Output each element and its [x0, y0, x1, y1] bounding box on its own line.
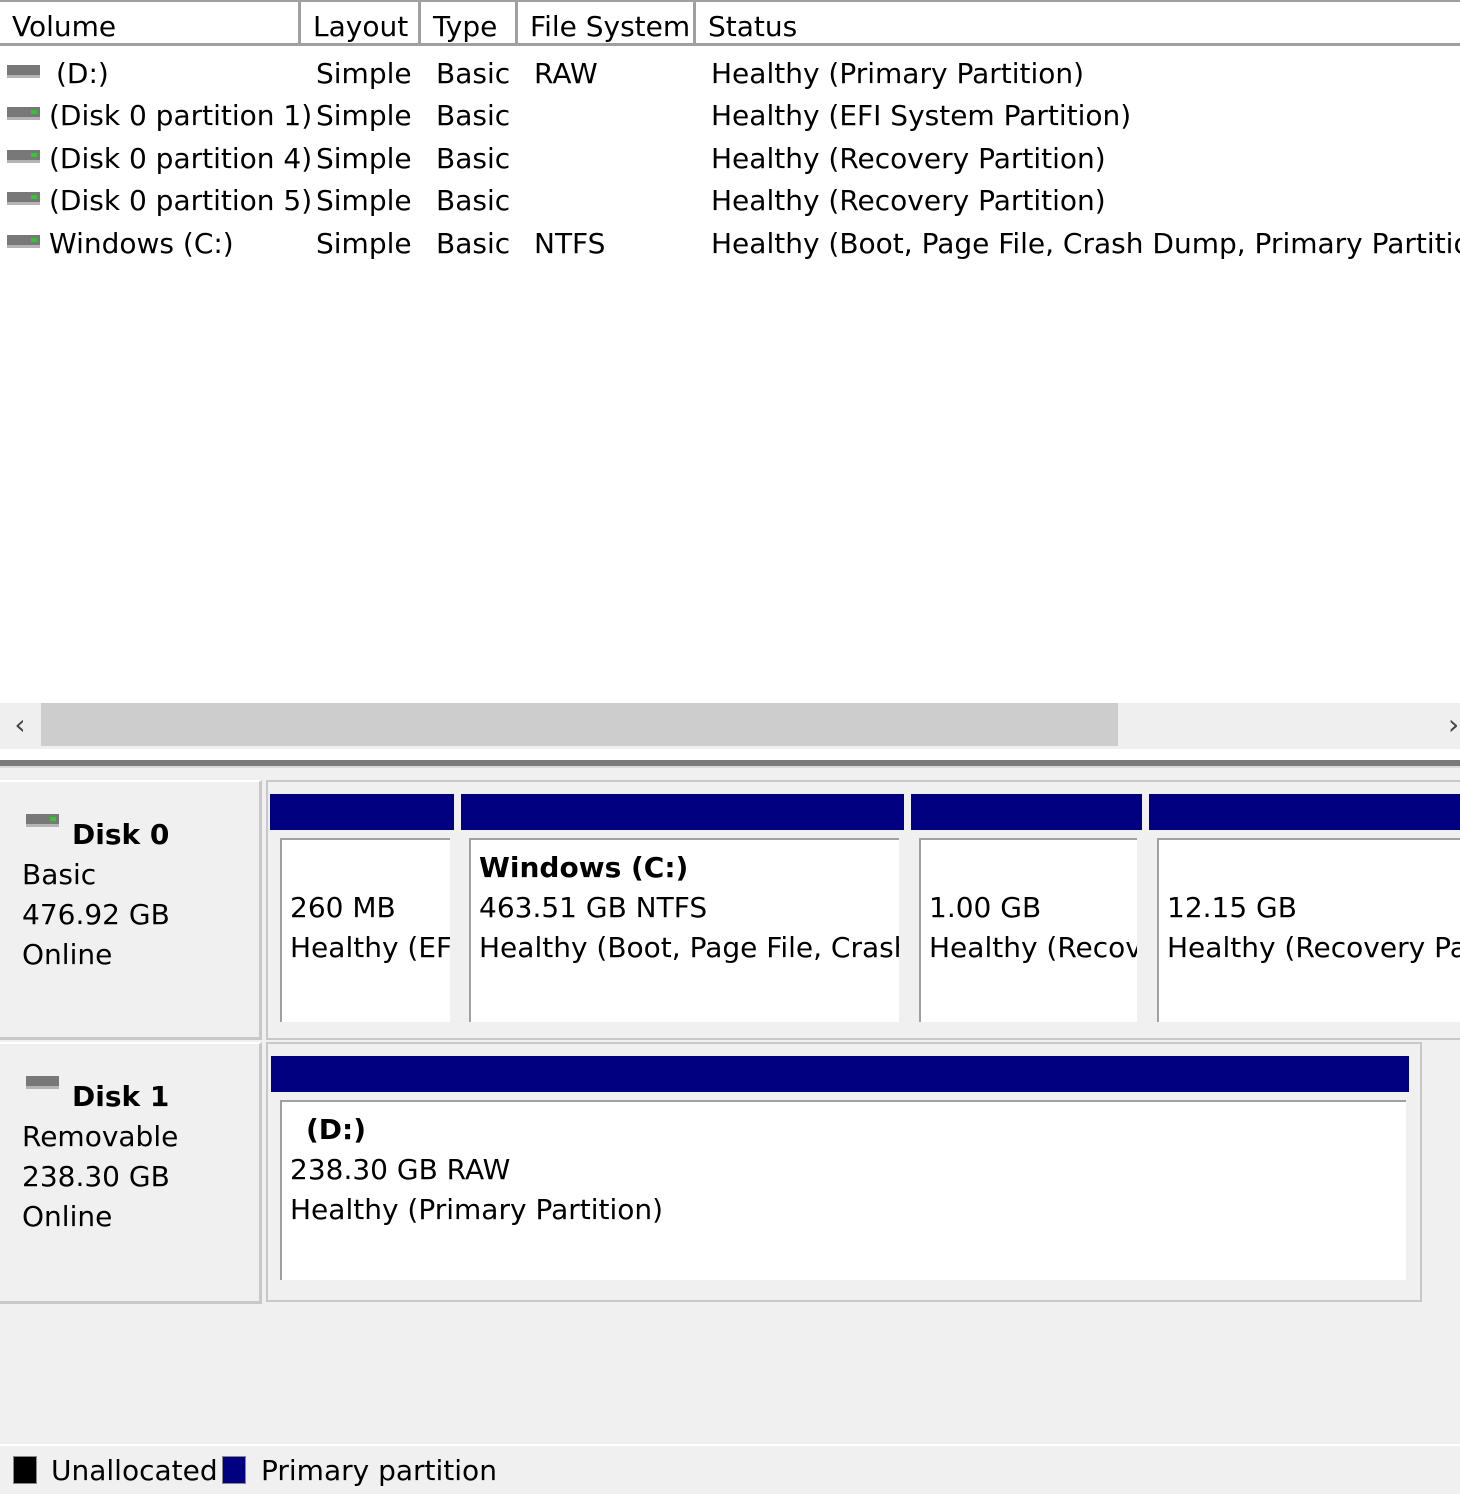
volume-status: Healthy (Primary Partition)	[711, 57, 1085, 90]
legend	[0, 1444, 1460, 1494]
drive-icon	[7, 107, 40, 120]
column-header-file-system[interactable]: File System	[518, 2, 696, 46]
drive-icon	[7, 192, 40, 205]
unallocated-swatch	[13, 1456, 37, 1484]
partition-size: 1.00 GB	[929, 891, 1042, 924]
partition-status: Healthy (Recovery Par	[1167, 931, 1460, 964]
volume-name: (Disk 0 partition 4)	[49, 142, 313, 175]
volume-name: (Disk 0 partition 1)	[49, 99, 313, 132]
partition-recovery-2[interactable]: 12.15 GB Healthy (Recovery Par	[1157, 838, 1460, 1022]
disk-state: Online	[22, 1200, 113, 1233]
column-header-type[interactable]: Type	[421, 2, 518, 46]
volume-name: (D:)	[56, 57, 109, 90]
partition-status: Healthy (Boot, Page File, Crash	[479, 931, 899, 964]
partition-windows-c[interactable]: Windows (C:) 463.51 GB NTFS Healthy (Boo…	[469, 838, 899, 1022]
scrollbar-thumb[interactable]	[41, 703, 1118, 746]
partition-size: 260 MB	[290, 891, 396, 924]
scroll-right-arrow-icon[interactable]: ›	[1448, 708, 1460, 742]
disk-1-info[interactable]: Disk 1 Removable 238.30 GB Online	[0, 1042, 262, 1304]
volume-layout: Simple	[316, 184, 412, 217]
disk-size: 476.92 GB	[22, 898, 170, 931]
volume-type: Basic	[436, 57, 511, 90]
legend-primary-label: Primary partition	[261, 1454, 497, 1487]
disk-kind: Removable	[22, 1120, 179, 1153]
volume-status: Healthy (Recovery Partition)	[711, 142, 1106, 175]
disk-name: Disk 0	[72, 818, 170, 851]
volume-layout: Simple	[316, 99, 412, 132]
partition-bar	[911, 794, 1142, 830]
volume-list: Volume Layout Type File System Status (D…	[0, 0, 1460, 703]
partition-size: 12.15 GB	[1167, 891, 1297, 924]
volume-status: Healthy (Boot, Page File, Crash Dump, Pr…	[711, 227, 1460, 260]
partition-title: Windows (C:)	[479, 851, 689, 884]
column-header-status[interactable]: Status	[696, 2, 1460, 46]
column-header-layout[interactable]: Layout	[301, 2, 421, 46]
partition-status: Healthy (Primary Partition)	[290, 1193, 664, 1226]
volume-row[interactable]: (Disk 0 partition 1) Simple Basic Health…	[0, 95, 1460, 137]
disk-graphical-view: Disk 0 Basic 476.92 GB Online 260 MB Hea…	[0, 768, 1460, 1444]
volume-file-system: RAW	[534, 57, 598, 90]
volume-layout: Simple	[316, 57, 412, 90]
drive-icon	[7, 150, 40, 163]
partition-size: 463.51 GB NTFS	[479, 891, 708, 924]
partition-bar	[1149, 794, 1460, 830]
disk-0-info[interactable]: Disk 0 Basic 476.92 GB Online	[0, 780, 262, 1040]
volume-type: Basic	[436, 142, 511, 175]
volume-row[interactable]: (D:) Simple Basic RAW Healthy (Primary P…	[0, 53, 1460, 95]
volume-row[interactable]: (Disk 0 partition 4) Simple Basic Health…	[0, 138, 1460, 180]
legend-unallocated-label: Unallocated	[51, 1454, 218, 1487]
volume-status: Healthy (Recovery Partition)	[711, 184, 1106, 217]
partition-status: Healthy (Recov	[929, 931, 1137, 964]
pane-splitter[interactable]	[0, 760, 1460, 768]
scroll-left-arrow-icon[interactable]: ‹	[8, 708, 32, 742]
volume-row[interactable]: (Disk 0 partition 5) Simple Basic Health…	[0, 180, 1460, 222]
volume-layout: Simple	[316, 142, 412, 175]
primary-partition-swatch	[222, 1456, 246, 1484]
volume-type: Basic	[436, 227, 511, 260]
disk-state: Online	[22, 938, 113, 971]
volume-row[interactable]: Windows (C:) Simple Basic NTFS Healthy (…	[0, 223, 1460, 265]
volume-name: (Disk 0 partition 5)	[49, 184, 313, 217]
volume-layout: Simple	[316, 227, 412, 260]
volume-file-system: NTFS	[534, 227, 606, 260]
partition-bar	[271, 1056, 1409, 1092]
partition-status: Healthy (EF	[290, 931, 450, 964]
partition-d[interactable]: (D:) 238.30 GB RAW Healthy (Primary Part…	[280, 1100, 1406, 1280]
partition-bar	[270, 794, 454, 830]
disk-drive-icon	[26, 1076, 59, 1089]
volume-name: Windows (C:)	[49, 227, 234, 260]
partition-title: (D:)	[306, 1113, 367, 1146]
partition-recovery-1[interactable]: 1.00 GB Healthy (Recov	[919, 838, 1137, 1022]
disk-name: Disk 1	[72, 1080, 170, 1113]
disk-size: 238.30 GB	[22, 1160, 170, 1193]
drive-icon	[7, 235, 40, 248]
removable-drive-icon	[7, 65, 40, 78]
volume-type: Basic	[436, 184, 511, 217]
partition-bar	[461, 794, 904, 830]
volume-type: Basic	[436, 99, 511, 132]
volume-status: Healthy (EFI System Partition)	[711, 99, 1132, 132]
disk-drive-icon	[26, 814, 59, 827]
partition-efi[interactable]: 260 MB Healthy (EF	[280, 838, 450, 1022]
disk-kind: Basic	[22, 858, 97, 891]
partition-size: 238.30 GB RAW	[290, 1153, 511, 1186]
column-header-volume[interactable]: Volume	[0, 2, 301, 46]
